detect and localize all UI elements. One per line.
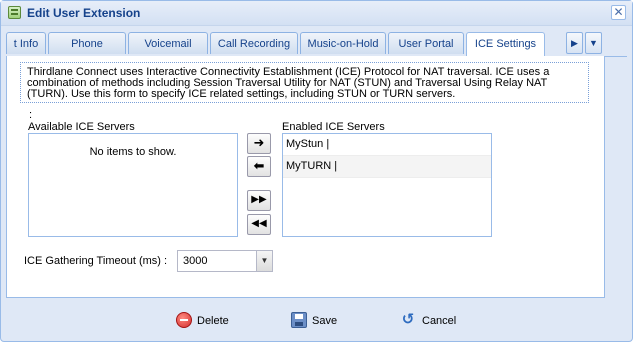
edit-user-extension-dialog: Edit User Extension ✕ t Info Phone Voice…: [0, 0, 633, 342]
delete-button[interactable]: Delete: [197, 310, 229, 332]
enabled-servers-label: Enabled ICE Servers: [282, 121, 385, 133]
add-server-button[interactable]: ➜: [247, 133, 271, 154]
tab-music-on-hold[interactable]: Music-on-Hold: [300, 32, 386, 54]
add-all-servers-button[interactable]: ▶▶: [247, 190, 271, 211]
save-icon[interactable]: [291, 312, 307, 328]
tab-user-portal[interactable]: User Portal: [388, 32, 464, 54]
chevron-down-icon[interactable]: ▼: [256, 251, 272, 271]
list-item[interactable]: MyStun |: [283, 134, 491, 156]
dialog-title: Edit User Extension: [27, 6, 141, 20]
timeout-combo[interactable]: 3000 ▼: [177, 250, 273, 272]
tab-user-info[interactable]: t Info: [6, 32, 46, 54]
cancel-button[interactable]: Cancel: [422, 310, 456, 332]
remove-all-servers-button[interactable]: ◀◀: [247, 214, 271, 235]
timeout-label: ICE Gathering Timeout (ms) :: [24, 255, 168, 267]
enabled-servers-list[interactable]: MyStun | MyTURN |: [282, 133, 492, 237]
available-servers-label: Available ICE Servers: [28, 121, 135, 133]
tab-call-recording[interactable]: Call Recording: [210, 32, 298, 54]
empty-list-text: No items to show.: [89, 146, 177, 158]
list-item[interactable]: MyTURN |: [283, 156, 491, 178]
ice-settings-panel: Thirdlane Connect uses Interactive Conne…: [6, 56, 605, 298]
available-servers-list[interactable]: No items to show.: [28, 133, 238, 237]
window-icon: [8, 6, 21, 19]
cancel-icon[interactable]: ↺: [400, 312, 416, 328]
close-icon[interactable]: ✕: [611, 5, 626, 20]
dialog-titlebar[interactable]: Edit User Extension ✕: [1, 1, 632, 26]
timeout-value[interactable]: 3000: [183, 255, 207, 267]
tab-phone[interactable]: Phone: [48, 32, 126, 54]
ice-info-text: Thirdlane Connect uses Interactive Conne…: [20, 62, 589, 103]
tab-scroll-right-icon[interactable]: ▶: [566, 32, 583, 54]
colon-label: :: [29, 109, 33, 121]
remove-server-button[interactable]: ⬅: [247, 156, 271, 177]
tab-ice-settings[interactable]: ICE Settings: [466, 32, 545, 57]
tab-voicemail[interactable]: Voicemail: [128, 32, 208, 54]
tab-list-menu-icon[interactable]: ▼: [585, 32, 602, 54]
tab-strip: t Info Phone Voicemail Call Recording Mu…: [6, 30, 627, 57]
delete-icon[interactable]: [176, 312, 192, 328]
save-button[interactable]: Save: [312, 310, 337, 332]
dialog-footer: Delete Save ↺ Cancel: [1, 301, 632, 341]
